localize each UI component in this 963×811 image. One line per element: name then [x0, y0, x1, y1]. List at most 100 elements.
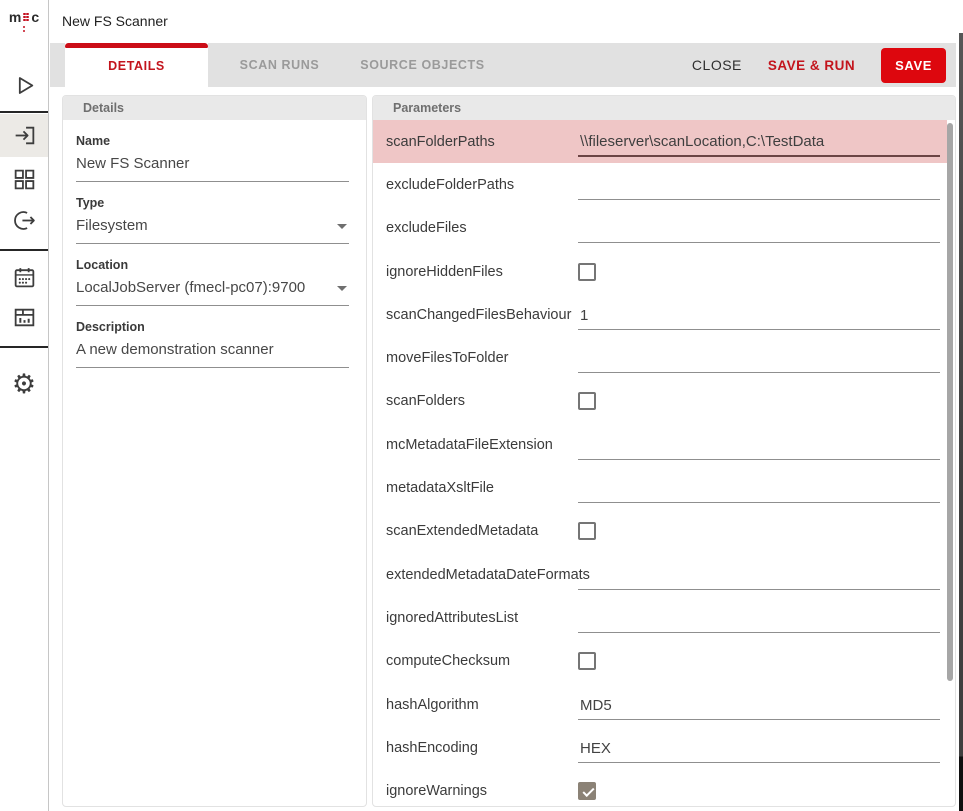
close-button[interactable]: CLOSE [692, 57, 742, 73]
sidebar-item-scanners[interactable] [0, 114, 48, 157]
parameter-name: scanExtendedMetadata [386, 523, 578, 539]
scrollbar-thumb[interactable] [947, 123, 953, 681]
save-and-run-button[interactable]: SAVE & RUN [768, 58, 855, 73]
page-title: New FS Scanner [62, 0, 168, 43]
settings-gear-icon: ⚙ [12, 371, 36, 398]
parameters-rows: scanFolderPaths \\fileserver\scanLocatio… [373, 120, 947, 807]
parameter-input[interactable]: MD5 [578, 697, 940, 720]
parameter-row: ignoreWarnings [373, 769, 947, 807]
action-buttons: CLOSE SAVE & RUN SAVE [692, 43, 946, 87]
play-icon [12, 73, 37, 98]
description-field: Description A new demonstration scanner [76, 306, 349, 368]
parameter-input[interactable]: 1 [578, 307, 940, 330]
location-field: Location LocalJobServer (fmecl-pc07):970… [76, 244, 349, 306]
parameter-control [578, 170, 940, 200]
parameter-name: hashAlgorithm [386, 697, 578, 713]
details-panel-header: Details [63, 96, 366, 120]
parameter-control [578, 430, 940, 460]
parameter-row: computeChecksum [373, 640, 947, 683]
sidebar-divider [0, 249, 48, 251]
parameter-row: scanChangedFilesBehaviour 1 [373, 293, 947, 336]
sidebar-item-run[interactable] [0, 64, 48, 107]
logo-letter-c: c [31, 10, 39, 24]
parameter-name: computeChecksum [386, 653, 578, 669]
parameter-row: scanExtendedMetadata [373, 510, 947, 553]
parameter-name: excludeFiles [386, 220, 578, 236]
parameter-row: metadataXsltFile [373, 466, 947, 509]
parameter-name: moveFilesToFolder [386, 350, 578, 366]
sidebar-divider [0, 111, 48, 113]
tab-scan-runs[interactable]: SCAN RUNS [208, 43, 351, 87]
sidebar-item-schedule[interactable] [0, 256, 48, 299]
parameter-name: extendedMetadataDateFormats [386, 567, 578, 583]
parameter-row: mcMetadataFileExtension [373, 423, 947, 466]
logo-dot-tail [0, 26, 48, 32]
save-button[interactable]: SAVE [881, 48, 946, 83]
description-input[interactable]: A new demonstration scanner [76, 335, 349, 368]
parameter-name: hashEncoding [386, 740, 578, 756]
description-label: Description [76, 319, 349, 335]
parameter-checkbox[interactable] [578, 522, 596, 540]
parameter-control [578, 473, 940, 503]
parameter-input[interactable]: \\fileserver\scanLocation,C:\TestData [578, 133, 940, 157]
parameter-input[interactable] [578, 220, 940, 243]
tab-source-objects[interactable]: SOURCE OBJECTS [351, 43, 494, 87]
chevron-down-icon [337, 224, 347, 229]
parameter-input[interactable] [578, 350, 940, 373]
parameter-input[interactable] [578, 177, 940, 200]
name-field: Name New FS Scanner [76, 120, 349, 182]
parameter-input[interactable] [578, 567, 940, 590]
parameter-control: MD5 [578, 690, 940, 720]
sidebar-divider [0, 346, 48, 348]
parameter-row: hashAlgorithm MD5 [373, 683, 947, 726]
parameter-checkbox[interactable] [578, 392, 596, 410]
sidebar-item-dashboard[interactable] [0, 158, 48, 201]
parameters-panel: Parameters scanFolderPaths \\fileserver\… [372, 95, 956, 807]
parameters-panel-header: Parameters [373, 96, 955, 120]
dashboard-grid-icon [12, 167, 37, 192]
parameter-input[interactable] [578, 437, 940, 460]
parameter-name: scanChangedFilesBehaviour [386, 307, 578, 323]
sidebar-item-export[interactable] [0, 199, 48, 242]
parameter-row: extendedMetadataDateFormats [373, 553, 947, 596]
sidebar-item-reports[interactable] [0, 296, 48, 339]
parameter-control [578, 263, 940, 281]
sidebar-item-settings[interactable]: ⚙ [0, 363, 48, 406]
logo-dots [23, 13, 29, 22]
parameter-row: scanFolders [373, 380, 947, 423]
login-icon [12, 123, 37, 148]
parameter-row: hashEncoding HEX [373, 726, 947, 769]
active-tab-indicator [65, 43, 208, 48]
parameter-name: ignoreWarnings [386, 783, 578, 799]
window-edge-scrollbar[interactable] [959, 33, 963, 811]
parameter-input[interactable]: HEX [578, 740, 940, 763]
parameter-row: moveFilesToFolder [373, 336, 947, 379]
parameter-checkbox[interactable] [578, 263, 596, 281]
parameter-checkbox[interactable] [578, 782, 596, 800]
parameter-control [578, 603, 940, 633]
tab-details[interactable]: DETAILS [65, 43, 208, 88]
app-logo: m c [0, 10, 48, 32]
parameter-row: excludeFiles [373, 207, 947, 250]
parameter-control [578, 343, 940, 373]
type-select[interactable]: Filesystem [76, 211, 349, 244]
parameter-row: scanFolderPaths \\fileserver\scanLocatio… [373, 120, 947, 163]
name-label: Name [76, 133, 349, 149]
parameter-control: 1 [578, 300, 940, 330]
parameter-name: ignoreHiddenFiles [386, 264, 578, 280]
parameter-row: ignoreHiddenFiles [373, 250, 947, 293]
parameter-checkbox[interactable] [578, 652, 596, 670]
type-field: Type Filesystem [76, 182, 349, 244]
parameter-name: ignoredAttributesList [386, 610, 578, 626]
tab-bar: DETAILS SCAN RUNS SOURCE OBJECTS CLOSE S… [50, 43, 956, 87]
name-input[interactable]: New FS Scanner [76, 149, 349, 182]
parameter-row: ignoredAttributesList [373, 596, 947, 639]
parameter-name: scanFolderPaths [386, 134, 578, 150]
parameter-input[interactable] [578, 480, 940, 503]
location-select[interactable]: LocalJobServer (fmecl-pc07):9700 [76, 273, 349, 306]
parameter-control [578, 392, 940, 410]
title-bar: New FS Scanner [50, 0, 963, 43]
report-icon [12, 305, 37, 330]
parameter-input[interactable] [578, 610, 940, 633]
parameter-control: \\fileserver\scanLocation,C:\TestData [578, 126, 940, 157]
